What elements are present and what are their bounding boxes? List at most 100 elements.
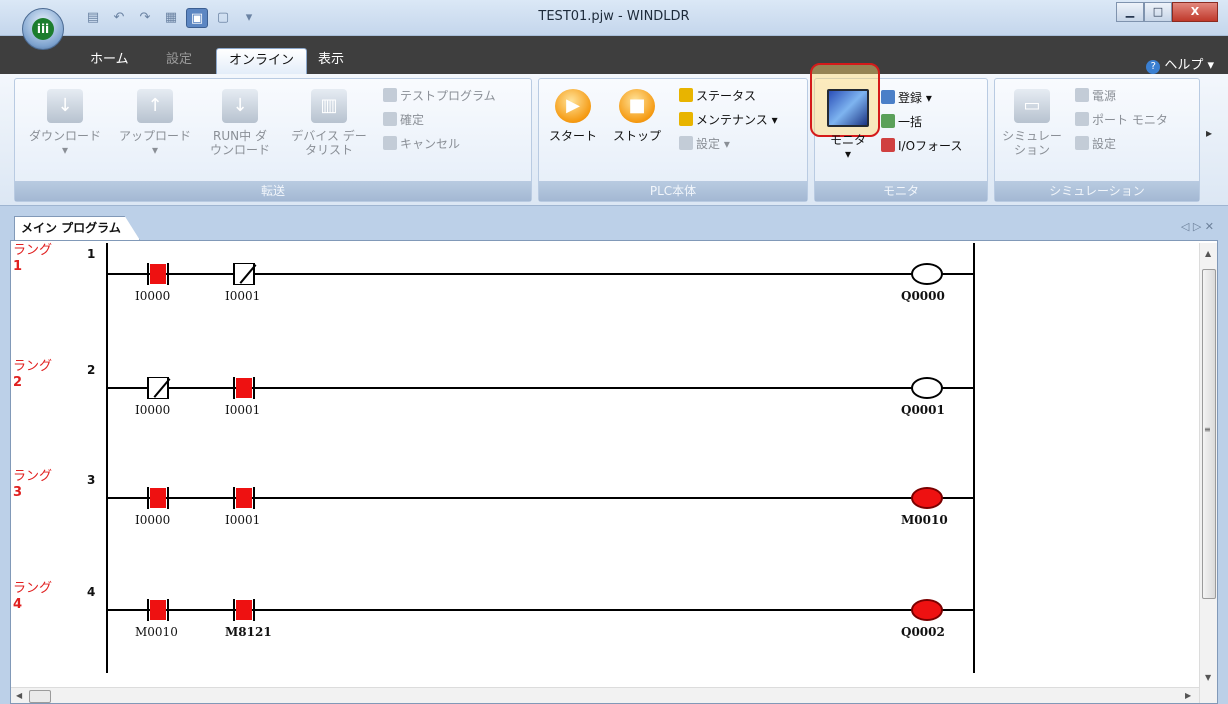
coil-on[interactable] [911,487,943,509]
maximize-button[interactable]: □ [1144,2,1172,22]
contact-no-on[interactable] [227,377,261,399]
download-label: ダウンロード [28,129,101,143]
run-download-button[interactable]: ↓ RUN中 ダ ウンロード [205,89,275,157]
scroll-up-icon[interactable]: ▲ [1205,249,1211,258]
download-button[interactable]: ↓ ダウンロード ▾ [25,89,105,157]
group-monitor: モニタ ▾ 登録 ▾ 一括 I/Oフォース モニタ [814,78,988,202]
tab-settings[interactable]: 設定 [154,48,204,74]
tab-home[interactable]: ホーム [78,48,141,74]
scroll-grip-icon: ≡ [1204,425,1211,434]
rung-label: ラング 1 [13,243,53,274]
rung-number: 1 [87,247,96,261]
device-list-icon: ▥ [311,89,347,123]
run-download-label-2: ウンロード [209,143,270,157]
contact-no-on[interactable] [141,599,175,621]
upload-button[interactable]: ↑ アップロード ▾ [115,89,195,157]
test-program-button[interactable]: テストプログラム [383,87,496,105]
status-button[interactable]: ステータス [679,87,756,105]
plc-settings-label: 設定 ▾ [696,137,730,151]
stop-icon: ■ [619,89,655,123]
io-force-label: I/Oフォース [898,139,963,153]
device-data-list-button[interactable]: ▥ デバイス デー タリスト [287,89,371,157]
contact-nc[interactable] [227,263,261,285]
horizontal-scroll-thumb[interactable] [29,690,51,703]
simulation-icon: ▭ [1014,89,1050,123]
help-icon: ? [1146,60,1161,74]
status-label: ステータス [696,89,757,103]
tab-view[interactable]: 表示 [306,48,356,74]
device-address: I0000 [135,513,171,527]
group-simulation: ▭ シミュレー ション 電源 ポート モニタ 設定 シミュレーション [994,78,1200,202]
confirm-button[interactable]: 確定 [383,111,424,129]
io-force-button[interactable]: I/Oフォース [881,137,962,155]
simulation-label-2: ション [1013,143,1050,157]
scroll-left-icon[interactable]: ◀ [16,691,22,700]
cancel-button[interactable]: キャンセル [383,135,460,153]
tab-main-program[interactable]: メイン プログラム [14,216,140,240]
device-address: M8121 [225,625,272,639]
scroll-down-icon[interactable]: ▼ [1205,673,1211,682]
port-monitor-icon [1075,112,1089,126]
plc-settings-button[interactable]: 設定 ▾ [679,135,730,153]
test-program-icon [383,88,397,102]
port-monitor-label: ポート モニタ [1092,113,1168,127]
coil-off[interactable] [911,377,943,399]
vertical-scrollbar[interactable]: ▲ ≡ ▼ [1199,243,1217,703]
upload-icon: ↑ [137,89,173,123]
contact-no-on[interactable] [227,487,261,509]
start-button[interactable]: ▶ スタート [543,89,603,143]
vertical-scroll-thumb[interactable] [1202,269,1216,599]
group-monitor-label: モニタ [815,181,987,201]
run-download-label-1: RUN中 ダ [213,129,267,143]
contact-no-on[interactable] [141,487,175,509]
coil-address: Q0002 [901,625,945,639]
help-menu[interactable]: ? ヘルプ ▾ [1146,54,1214,74]
simulation-settings-button[interactable]: 設定 [1075,135,1116,153]
confirm-icon [383,112,397,126]
test-program-label: テストプログラム [400,89,496,103]
port-monitor-button[interactable]: ポート モニタ [1075,111,1168,129]
monitor-label: モニタ [829,133,866,147]
device-list-label-2: タリスト [304,143,353,157]
coil-off[interactable] [911,263,943,285]
monitor-dropdown-icon: ▾ [844,147,852,161]
scroll-right-icon[interactable]: ▶ [1185,691,1191,700]
contact-no-on[interactable] [141,263,175,285]
register-icon [881,90,895,104]
window-controls: ▁ □ X [1116,2,1218,22]
close-button[interactable]: X [1172,2,1218,22]
power-label: 電源 [1092,89,1117,103]
coil-on[interactable] [911,599,943,621]
info-icon [679,88,693,102]
horizontal-scrollbar[interactable]: ◀ ▶ [11,687,1199,703]
device-address: I0001 [225,289,261,303]
contact-nc[interactable] [141,377,175,399]
application-orb[interactable]: iii [22,8,64,50]
rung-number: 2 [87,363,96,377]
minimize-button[interactable]: ▁ [1116,2,1144,22]
contact-no-on[interactable] [227,599,261,621]
warning-icon [679,112,693,126]
group-transfer: ↓ ダウンロード ▾ ↑ アップロード ▾ ↓ RUN中 ダ ウンロード ▥ デ… [14,78,532,202]
run-download-icon: ↓ [222,89,258,123]
cancel-label: キャンセル [400,137,461,151]
register-label: 登録 ▾ [898,91,932,105]
power-button[interactable]: 電源 [1075,87,1116,105]
simulation-button[interactable]: ▭ シミュレー ション [1001,89,1063,157]
stop-button[interactable]: ■ ストップ [607,89,667,143]
play-icon: ▶ [555,89,591,123]
simulation-settings-icon [1075,136,1089,150]
tab-online[interactable]: オンライン [216,48,308,74]
monitor-button[interactable]: モニタ ▾ [819,89,877,161]
document-area: メイン プログラム ◁ ▷ ✕ ラング 1 1 I0000 I0001 Q0000… [0,206,1228,704]
register-button[interactable]: 登録 ▾ [881,89,932,107]
device-address: I0001 [225,403,261,417]
document-nav-controls[interactable]: ◁ ▷ ✕ [1181,220,1214,233]
rung-label: ラング 2 [13,359,53,390]
rung-number: 3 [87,473,96,487]
maintenance-button[interactable]: メンテナンス ▾ [679,111,778,129]
batch-button[interactable]: 一括 [881,113,922,131]
device-address: M0010 [135,625,178,639]
device-list-label-1: デバイス デー [291,129,367,143]
ribbon-scroll-right-icon[interactable]: ▸ [1206,124,1212,142]
